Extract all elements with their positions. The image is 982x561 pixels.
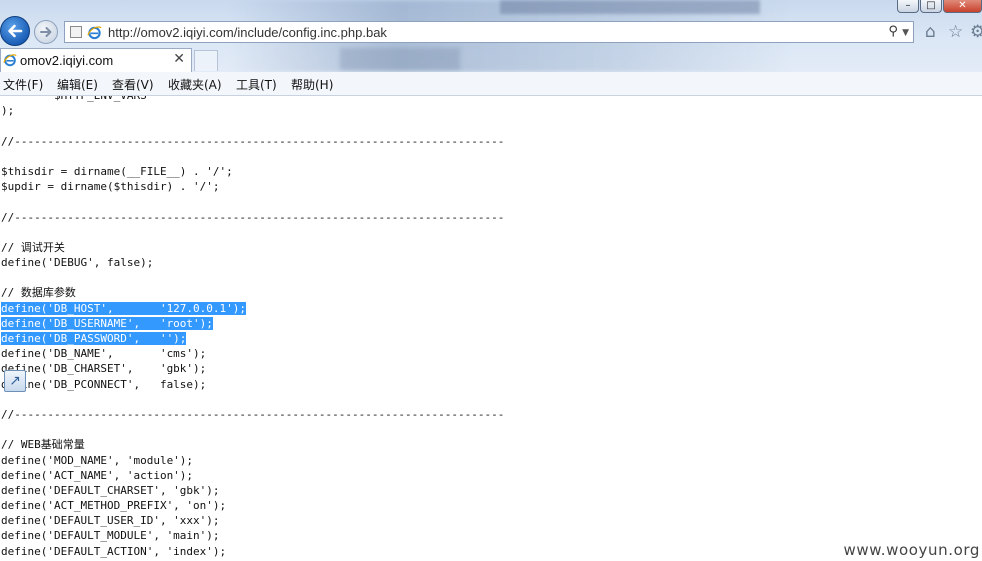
code-line-text: define('DEFAULT_CHARSET', 'gbk'); [1,483,220,497]
maximize-button[interactable]: □ [920,0,942,13]
ie-tab-icon [3,54,17,67]
code-line: // WEB基础常量 [1,437,504,452]
code-line-text: // 调试开关 [1,240,65,254]
forward-button[interactable] [34,20,58,44]
code-line: define('DB_PCONNECT', false); [1,377,504,392]
accelerator-icon[interactable]: ↗ [4,370,26,392]
watermark: www.wooyun.org [843,541,980,559]
menu-bar: 文件(F) 编辑(E) 查看(V) 收藏夹(A) 工具(T) 帮助(H) [0,72,982,96]
minimize-button[interactable]: – [897,0,919,13]
code-line-text: //--------------------------------------… [1,210,505,224]
address-tools[interactable]: ⚲ ▼ [888,24,909,39]
code-line-text: //--------------------------------------… [1,134,505,148]
browser-chrome: – □ ✕ http://omov2.iqiyi.com/include/con… [0,0,982,96]
code-line-text-selected: define('DB_PASSWORD', ''); [1,332,187,345]
tab-active[interactable]: omov2.iqiyi.com ✕ [0,48,192,72]
ie-page-icon [87,26,102,40]
code-line: $thisdir = dirname(__FILE__) . '/'; [1,164,504,179]
code-line: $updir = dirname($thisdir) . '/'; [1,179,504,194]
code-line-text: // 数据库参数 [1,286,76,300]
code-line: define('MOD_NAME', 'module'); [1,453,504,468]
code-line-text: define('DB_NAME', 'cms'); [1,347,207,361]
code-line: define('DEBUG', false); [1,255,504,270]
code-line-text: $updir = dirname($thisdir) . '/'; [1,180,220,194]
code-line: define('DB_USERNAME', 'root'); [1,316,504,331]
search-icon[interactable]: ⚲ [888,24,898,39]
back-button[interactable] [0,16,30,46]
code-line-text-selected: define('DB_HOST', '127.0.0.1'); [1,301,247,315]
code-line: //--------------------------------------… [1,407,504,422]
code-line: define('DEFAULT_CHARSET', 'gbk'); [1,483,504,498]
code-line: //--------------------------------------… [1,210,504,225]
code-line: define('DB_NAME', 'cms'); [1,346,504,361]
menu-view[interactable]: 查看(V) [112,76,154,93]
code-line: define('DB_PASSWORD', ''); [1,331,504,346]
tab-title: omov2.iqiyi.com [20,53,114,68]
code-line: $HTTP_ENV_VARS [1,96,504,103]
address-bar[interactable]: http://omov2.iqiyi.com/include/config.in… [64,21,914,43]
code-line-text: define('DB_CHARSET', 'gbk'); [1,362,207,376]
dropdown-arrow-icon[interactable]: ▼ [902,28,909,38]
url-text[interactable]: http://omov2.iqiyi.com/include/config.in… [108,25,387,40]
code-line-text: define('DEFAULT_USER_ID', 'xxx'); [1,514,220,528]
code-line-text: $HTTP_ENV_VARS [1,96,147,102]
menu-tools[interactable]: 工具(T) [236,76,277,93]
code-line: define('DEFAULT_MODULE', 'main'); [1,528,504,543]
code-line-text-selected: define('DB_USERNAME', 'root'); [1,316,213,330]
tab-close-icon[interactable]: ✕ [173,51,185,67]
code-line: define('DEFAULT_USER_ID', 'xxx'); [1,513,504,528]
code-line: ); [1,103,504,118]
code-line: define('DB_CHARSET', 'gbk'); [1,361,504,376]
code-line: define('DEFAULT_ACTION', 'index'); [1,544,504,559]
tools-gear-icon[interactable]: ⚙ [970,22,982,42]
code-line-text: // WEB基础常量 [1,438,85,452]
source-code: $HTTP_ENV_VARS); //----------------------… [1,96,504,559]
code-line-text: ); [1,104,15,118]
code-line: // 调试开关 [1,240,504,255]
menu-file[interactable]: 文件(F) [3,76,43,93]
menu-help[interactable]: 帮助(H) [291,76,333,93]
code-line-text: define('DEFAULT_ACTION', 'index'); [1,544,227,558]
menu-favorites[interactable]: 收藏夹(A) [168,76,222,93]
code-line: define('ACT_NAME', 'action'); [1,468,504,483]
compatibility-view-icon[interactable] [70,26,82,38]
code-line: define('DB_HOST', '127.0.0.1'); [1,301,504,316]
code-line-text: define('DEBUG', false); [1,256,154,270]
code-line: define('ACT_METHOD_PREFIX', 'on'); [1,498,504,513]
favorites-star-icon[interactable]: ☆ [948,22,963,42]
background-blur [500,0,760,14]
tab-strip: omov2.iqiyi.com ✕ [0,48,982,72]
code-line: // 数据库参数 [1,285,504,300]
code-line-text: define('ACT_METHOD_PREFIX', 'on'); [1,499,227,513]
page-content: $HTTP_ENV_VARS); //----------------------… [0,96,982,561]
close-window-button[interactable]: ✕ [943,0,982,13]
new-tab-button[interactable] [194,50,218,71]
menu-edit[interactable]: 编辑(E) [57,76,98,93]
code-line-text: define('MOD_NAME', 'module'); [1,453,194,467]
code-line-text: $thisdir = dirname(__FILE__) . '/'; [1,164,233,178]
code-line-text: define('ACT_NAME', 'action'); [1,468,194,482]
back-arrow-icon [8,24,23,38]
code-line-text: //--------------------------------------… [1,407,505,421]
code-line-text: define('DEFAULT_MODULE', 'main'); [1,529,220,543]
code-line: //--------------------------------------… [1,134,504,149]
code-line-text: define('DB_PCONNECT', false); [1,377,207,391]
home-icon[interactable]: ⌂ [925,22,936,42]
forward-arrow-icon [40,27,52,37]
